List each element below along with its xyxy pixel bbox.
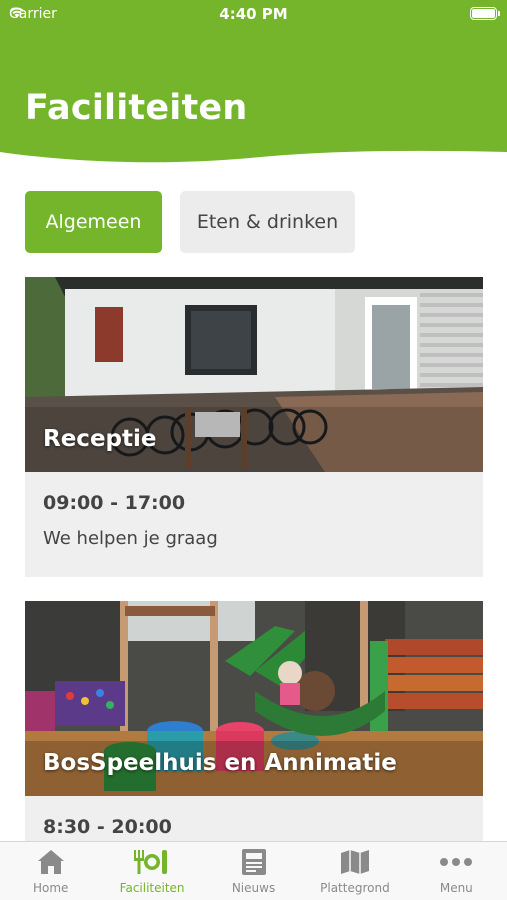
clock: 4:40 PM xyxy=(219,5,288,23)
header: Carrier 4:40 PM Faciliteiten xyxy=(0,0,507,170)
battery-icon xyxy=(470,7,500,20)
segment-eten-drinken[interactable]: Eten & drinken xyxy=(180,191,355,253)
segment-control: Algemeen Eten & drinken xyxy=(25,191,355,253)
tab-plattegrond[interactable]: Plattegrond xyxy=(304,842,405,900)
fork-knife-icon xyxy=(134,850,168,874)
receptie-photo: Receptie xyxy=(25,277,483,472)
bosspeelhuis-photo: BosSpeelhuis en Annimatie xyxy=(25,601,483,796)
opening-hours: 8:30 - 20:00 xyxy=(43,816,172,838)
facility-card-bosspeelhuis[interactable]: BosSpeelhuis en Annimatie 8:30 - 20:00 xyxy=(25,601,483,861)
newspaper-icon xyxy=(241,849,266,875)
segment-algemeen[interactable]: Algemeen xyxy=(25,191,162,253)
tab-label: Home xyxy=(32,881,69,895)
page-title: Faciliteiten xyxy=(25,88,248,128)
tab-bar: Home Faciliteiten Nieuws Plattegrond Men… xyxy=(0,841,507,900)
tab-home[interactable]: Home xyxy=(0,842,101,900)
card-info: 09:00 - 17:00 We helpen je graag xyxy=(25,472,483,549)
card-title: BosSpeelhuis en Annimatie xyxy=(43,750,397,776)
tab-nieuws[interactable]: Nieuws xyxy=(203,842,304,900)
opening-hours: 09:00 - 17:00 xyxy=(43,492,186,514)
card-description: We helpen je graag xyxy=(43,528,218,549)
tab-label: Nieuws xyxy=(231,881,276,895)
card-title: Receptie xyxy=(43,426,157,452)
facility-card-receptie[interactable]: Receptie 09:00 - 17:00 We helpen je graa… xyxy=(25,277,483,577)
more-dots-icon xyxy=(440,858,473,866)
tab-menu[interactable]: Menu xyxy=(406,842,507,900)
tab-label: Faciliteiten xyxy=(119,881,185,895)
tab-label: Plattegrond xyxy=(320,881,390,895)
tab-faciliteiten[interactable]: Faciliteiten xyxy=(101,842,202,900)
card-info: 8:30 - 20:00 xyxy=(25,796,483,838)
status-bar: Carrier 4:40 PM xyxy=(0,0,507,28)
home-icon xyxy=(37,850,64,874)
map-icon xyxy=(340,850,369,874)
tab-label: Menu xyxy=(439,881,473,895)
